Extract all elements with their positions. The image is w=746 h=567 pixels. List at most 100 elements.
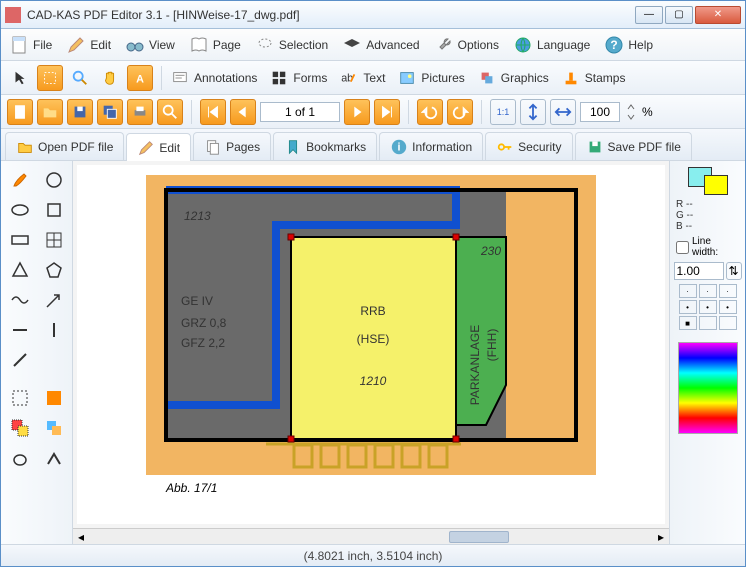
- search-button[interactable]: [157, 99, 183, 125]
- square-tool[interactable]: [39, 197, 69, 223]
- zoom-spinner[interactable]: [624, 99, 638, 125]
- label-gfz: GFZ 2,2: [181, 336, 225, 350]
- page-input[interactable]: [260, 102, 340, 122]
- circle-tool[interactable]: [39, 167, 69, 193]
- tab-security[interactable]: Security: [485, 132, 572, 160]
- properties-panel: R -- G -- B -- Line width: ⇅ · · · • • •…: [669, 161, 745, 544]
- dash-style-1[interactable]: ·: [679, 284, 697, 298]
- label-230: 230: [480, 244, 501, 258]
- linewidth-checkbox[interactable]: [676, 241, 689, 254]
- minimize-button[interactable]: —: [635, 6, 663, 24]
- tab-edit[interactable]: Edit: [126, 133, 191, 161]
- line-tool[interactable]: [5, 347, 35, 373]
- hand-tool[interactable]: [97, 65, 123, 91]
- zoom-percent-label: %: [642, 105, 653, 119]
- zoom-input[interactable]: [580, 102, 620, 122]
- stamps-group[interactable]: Stamps: [561, 68, 626, 88]
- swap-colors-tool[interactable]: [39, 415, 69, 441]
- line-style-grid: · · · • • • ■: [679, 284, 737, 330]
- rect-tool[interactable]: [5, 227, 35, 253]
- dash-style-2[interactable]: ·: [699, 284, 717, 298]
- first-page-button[interactable]: [200, 99, 226, 125]
- dash-style-3[interactable]: ·: [719, 284, 737, 298]
- dash-style-6[interactable]: •: [719, 300, 737, 314]
- menu-page[interactable]: Page: [189, 35, 241, 55]
- menu-language[interactable]: Language: [513, 35, 590, 55]
- menu-edit[interactable]: Edit: [66, 35, 111, 55]
- horizontal-scrollbar[interactable]: ◂ ▸: [73, 528, 669, 544]
- menu-options[interactable]: Options: [434, 35, 499, 55]
- pictures-group[interactable]: Pictures: [397, 68, 464, 88]
- bookmark-icon: [284, 138, 302, 156]
- dash-style-8[interactable]: [699, 316, 717, 330]
- grid-tool[interactable]: [39, 227, 69, 253]
- g-value: G --: [676, 210, 739, 221]
- tab-pages[interactable]: Pages: [193, 132, 271, 160]
- new-button[interactable]: [7, 99, 33, 125]
- fill-rect-tool[interactable]: [39, 385, 69, 411]
- binoculars-icon: [125, 35, 145, 55]
- linewidth-input[interactable]: [674, 262, 724, 280]
- arrow-tool[interactable]: [39, 287, 69, 313]
- wave-tool[interactable]: [5, 287, 35, 313]
- pointer-tool[interactable]: [7, 65, 33, 91]
- open-button[interactable]: [37, 99, 63, 125]
- vline-tool[interactable]: [39, 317, 69, 343]
- menu-file[interactable]: File: [9, 35, 52, 55]
- actual-size-button[interactable]: 1:1: [490, 99, 516, 125]
- triangle-tool[interactable]: [5, 257, 35, 283]
- dash-style-7[interactable]: ■: [679, 316, 697, 330]
- tab-information[interactable]: iInformation: [379, 132, 483, 160]
- dash-style-4[interactable]: •: [679, 300, 697, 314]
- marquee-tool[interactable]: [5, 385, 35, 411]
- linewidth-stepper[interactable]: ⇅: [726, 262, 742, 280]
- tab-bookmarks[interactable]: Bookmarks: [273, 132, 377, 160]
- color-picker[interactable]: [678, 342, 738, 434]
- eyedropper-tool[interactable]: [5, 445, 35, 471]
- select-area-tool[interactable]: [37, 65, 63, 91]
- color-swatches[interactable]: [688, 167, 728, 195]
- menu-advanced[interactable]: Advanced: [342, 35, 419, 55]
- save-button[interactable]: [67, 99, 93, 125]
- select-colors-tool[interactable]: [5, 415, 35, 441]
- linewidth-label: Line width:: [692, 236, 739, 258]
- prev-page-button[interactable]: [230, 99, 256, 125]
- menu-help[interactable]: ?Help: [604, 35, 653, 55]
- brush-tool[interactable]: [5, 167, 35, 193]
- undo-button[interactable]: [417, 99, 443, 125]
- dash-style-9[interactable]: [719, 316, 737, 330]
- menu-selection[interactable]: Selection: [255, 35, 328, 55]
- key-icon: [496, 138, 514, 156]
- print-button[interactable]: [127, 99, 153, 125]
- redo-button[interactable]: [447, 99, 473, 125]
- fit-height-button[interactable]: [520, 99, 546, 125]
- saveas-button[interactable]: [97, 99, 123, 125]
- text-tool[interactable]: A: [127, 65, 153, 91]
- r-value: R --: [676, 199, 739, 210]
- book-icon: [189, 35, 209, 55]
- text-group[interactable]: abText: [339, 68, 385, 88]
- close-button[interactable]: ✕: [695, 6, 741, 24]
- fit-width-button[interactable]: [550, 99, 576, 125]
- svg-text:?: ?: [611, 38, 618, 52]
- annotations-group[interactable]: Annotations: [170, 68, 257, 88]
- graphics-group[interactable]: Graphics: [477, 68, 549, 88]
- hline-tool[interactable]: [5, 317, 35, 343]
- toolbar-nav: 1:1 %: [1, 95, 745, 129]
- menu-view[interactable]: View: [125, 35, 175, 55]
- last-page-button[interactable]: [374, 99, 400, 125]
- zoom-tool[interactable]: [67, 65, 93, 91]
- pentagon-tool[interactable]: [39, 257, 69, 283]
- tab-open[interactable]: Open PDF file: [5, 132, 124, 160]
- next-page-button[interactable]: [344, 99, 370, 125]
- forms-group[interactable]: Forms: [269, 68, 327, 88]
- open-icon: [16, 138, 34, 156]
- wrench-icon: [434, 35, 454, 55]
- shape-toolbar: [1, 161, 73, 544]
- ellipse-tool[interactable]: [5, 197, 35, 223]
- canvas-viewport[interactable]: 1213 GE IV GRZ 0,8 GFZ 2,2 RRB (HSE) 121…: [77, 165, 665, 524]
- dash-style-5[interactable]: •: [699, 300, 717, 314]
- tab-save[interactable]: Save PDF file: [575, 132, 692, 160]
- maximize-button[interactable]: ▢: [665, 6, 693, 24]
- polyline-tool[interactable]: [39, 445, 69, 471]
